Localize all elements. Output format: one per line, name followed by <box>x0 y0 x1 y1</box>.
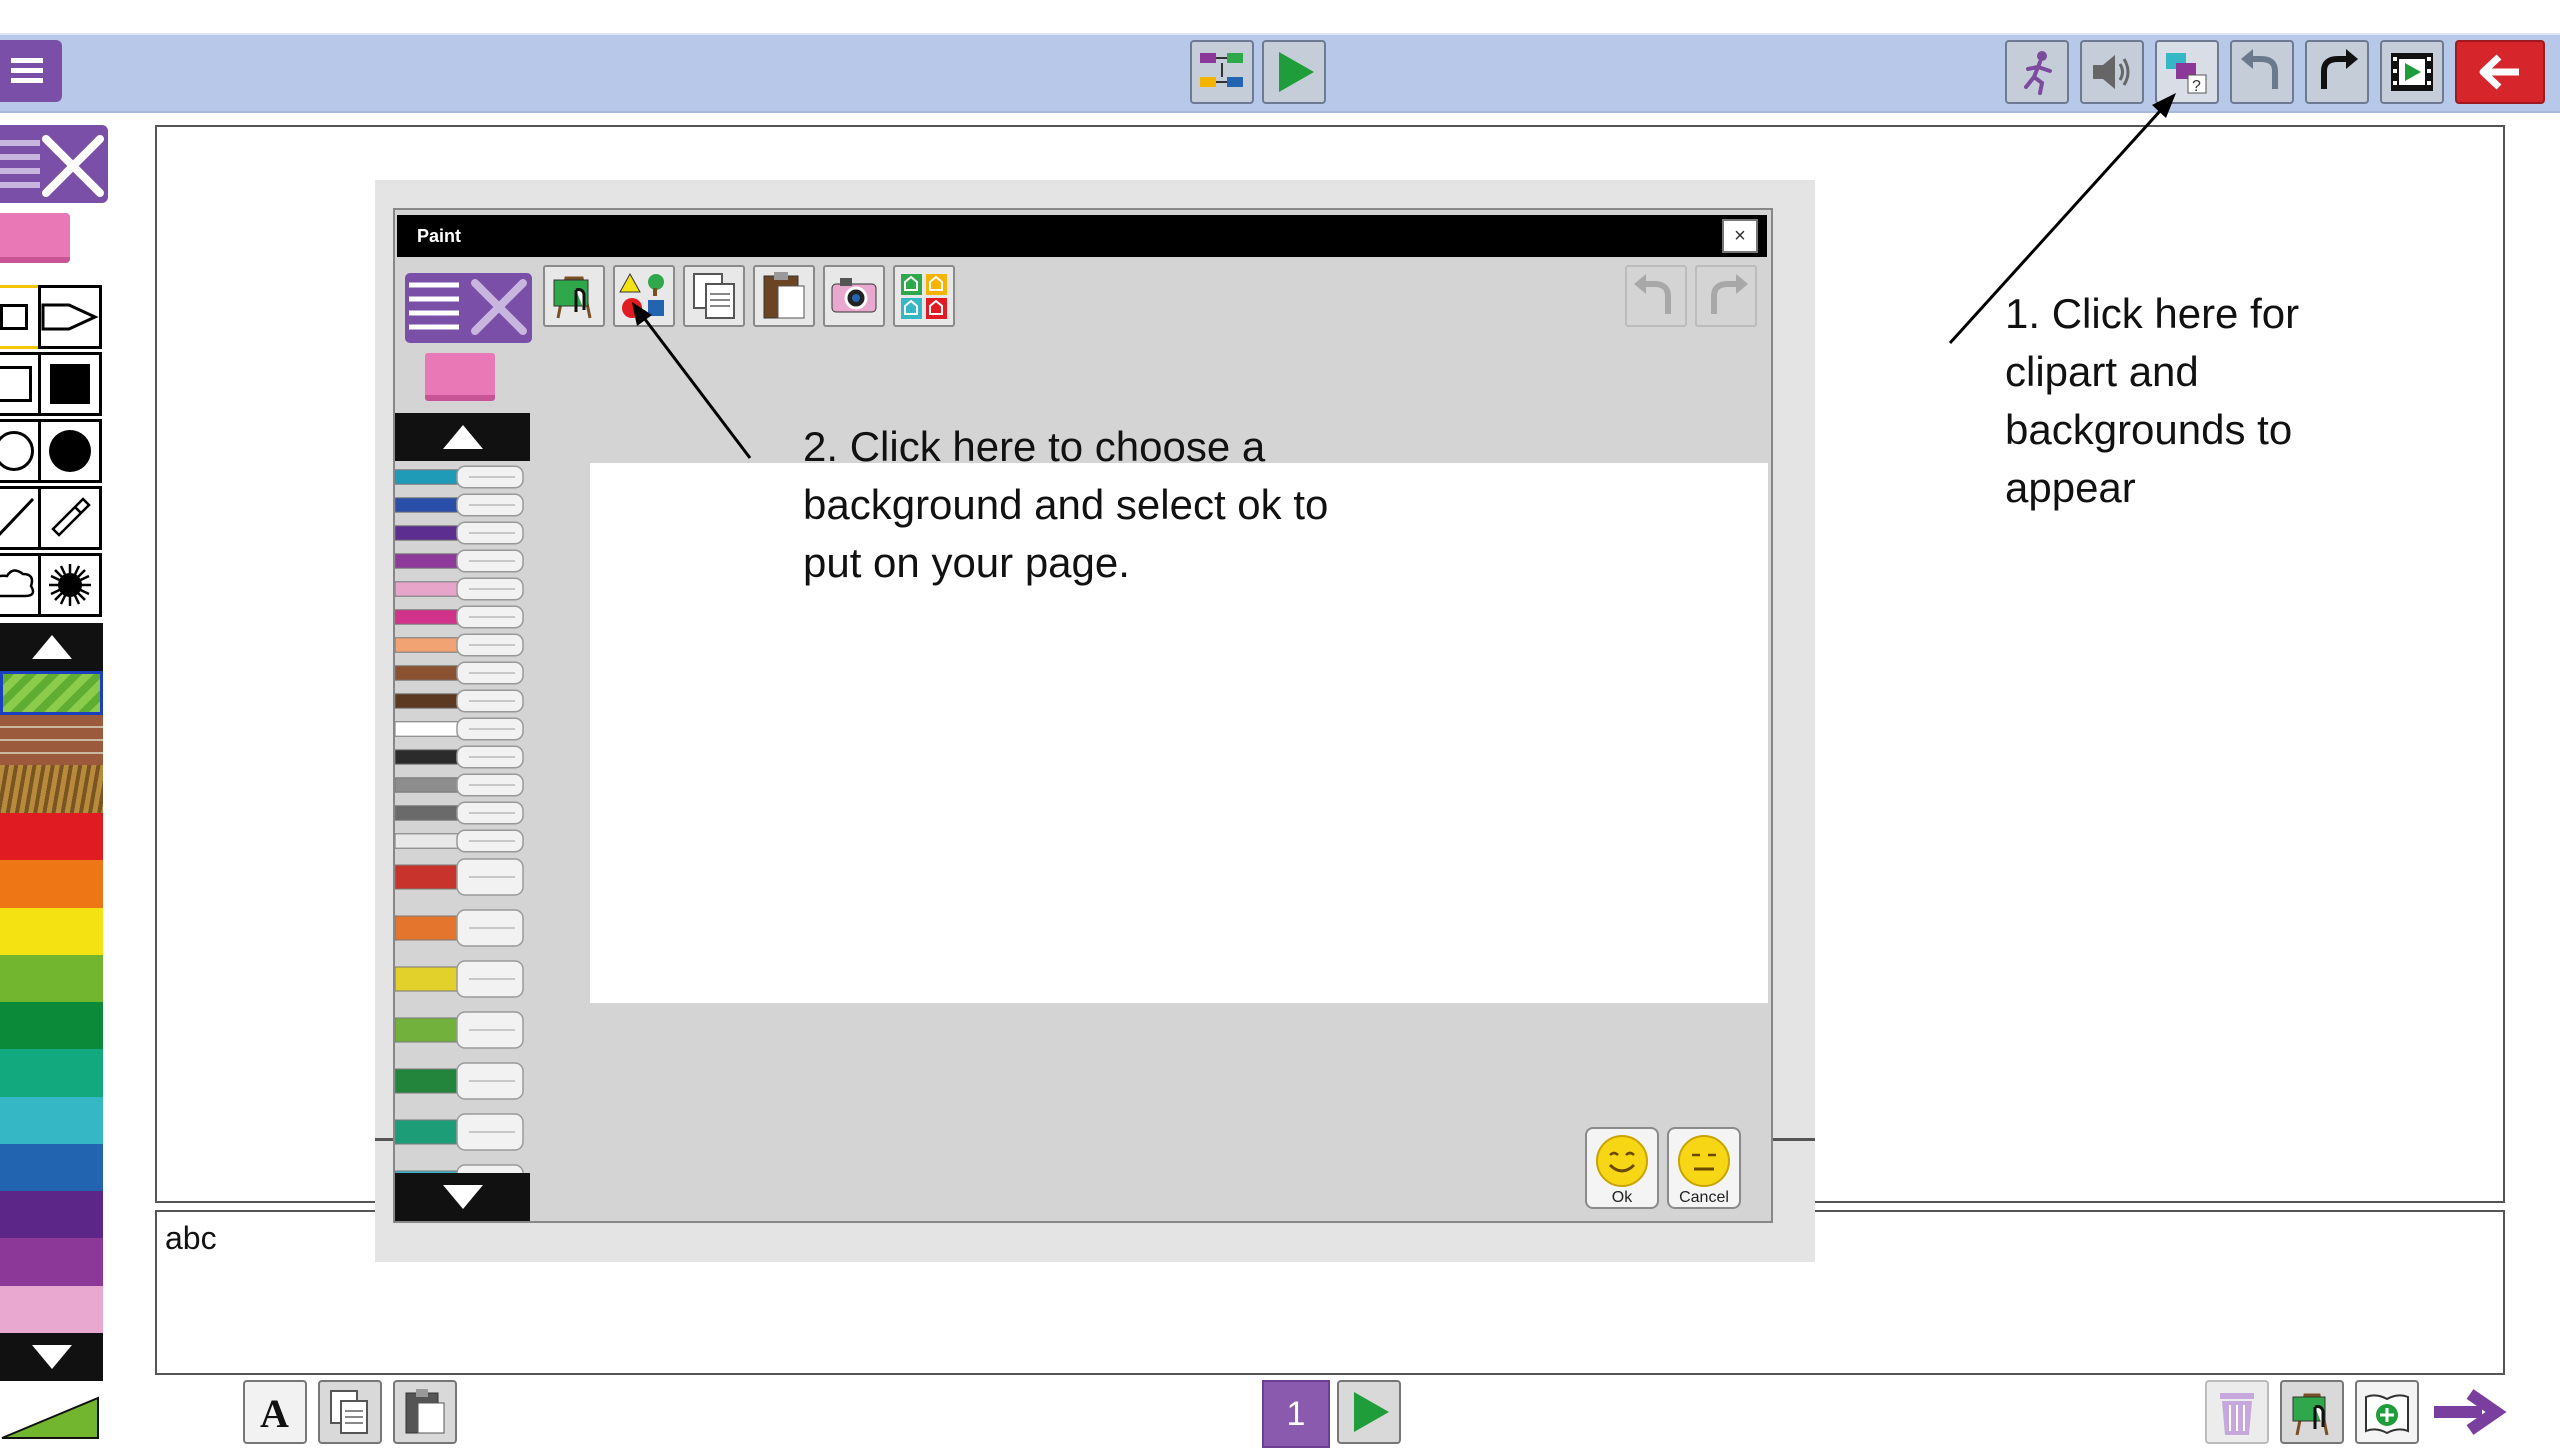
note1-line: clipart and <box>2005 348 2199 395</box>
note2-line: background and select ok to <box>803 481 1329 528</box>
bottom-paint-button[interactable] <box>2280 1380 2344 1444</box>
svg-text:A: A <box>260 1391 289 1436</box>
bottom-paste-button[interactable] <box>393 1380 457 1444</box>
annotation-note-1: 1. Click here for clipart and background… <box>2005 285 2425 517</box>
next-page-button[interactable] <box>2430 1380 2510 1444</box>
add-page-button[interactable] <box>2355 1380 2419 1444</box>
bottom-copy-button[interactable] <box>318 1380 382 1444</box>
paint-canvas-icon <box>2292 1393 2329 1436</box>
play-icon <box>1354 1392 1389 1432</box>
annotation-arrows <box>632 93 2176 459</box>
note2-line: put on your page. <box>803 539 1130 586</box>
trash-icon <box>2220 1393 2254 1435</box>
page-number-button[interactable]: 1 <box>1262 1380 1330 1448</box>
bottom-play-button[interactable] <box>1337 1380 1401 1444</box>
note1-line: appear <box>2005 464 2136 511</box>
note1-line: backgrounds to <box>2005 406 2293 453</box>
paste-icon <box>405 1389 445 1434</box>
text-icon: A <box>260 1391 289 1436</box>
next-arrow-icon <box>2434 1389 2507 1435</box>
note2-line: 2. Click here to choose a <box>803 423 1266 470</box>
copy-icon <box>330 1390 368 1434</box>
text-button[interactable]: A <box>243 1380 307 1444</box>
note1-line: 1. Click here for <box>2005 290 2300 337</box>
arrow-to-shapes <box>636 309 752 459</box>
add-page-icon <box>2365 1394 2409 1435</box>
trash-button[interactable] <box>2205 1380 2269 1444</box>
annotation-note-2: 2. Click here to choose a background and… <box>803 418 1453 592</box>
